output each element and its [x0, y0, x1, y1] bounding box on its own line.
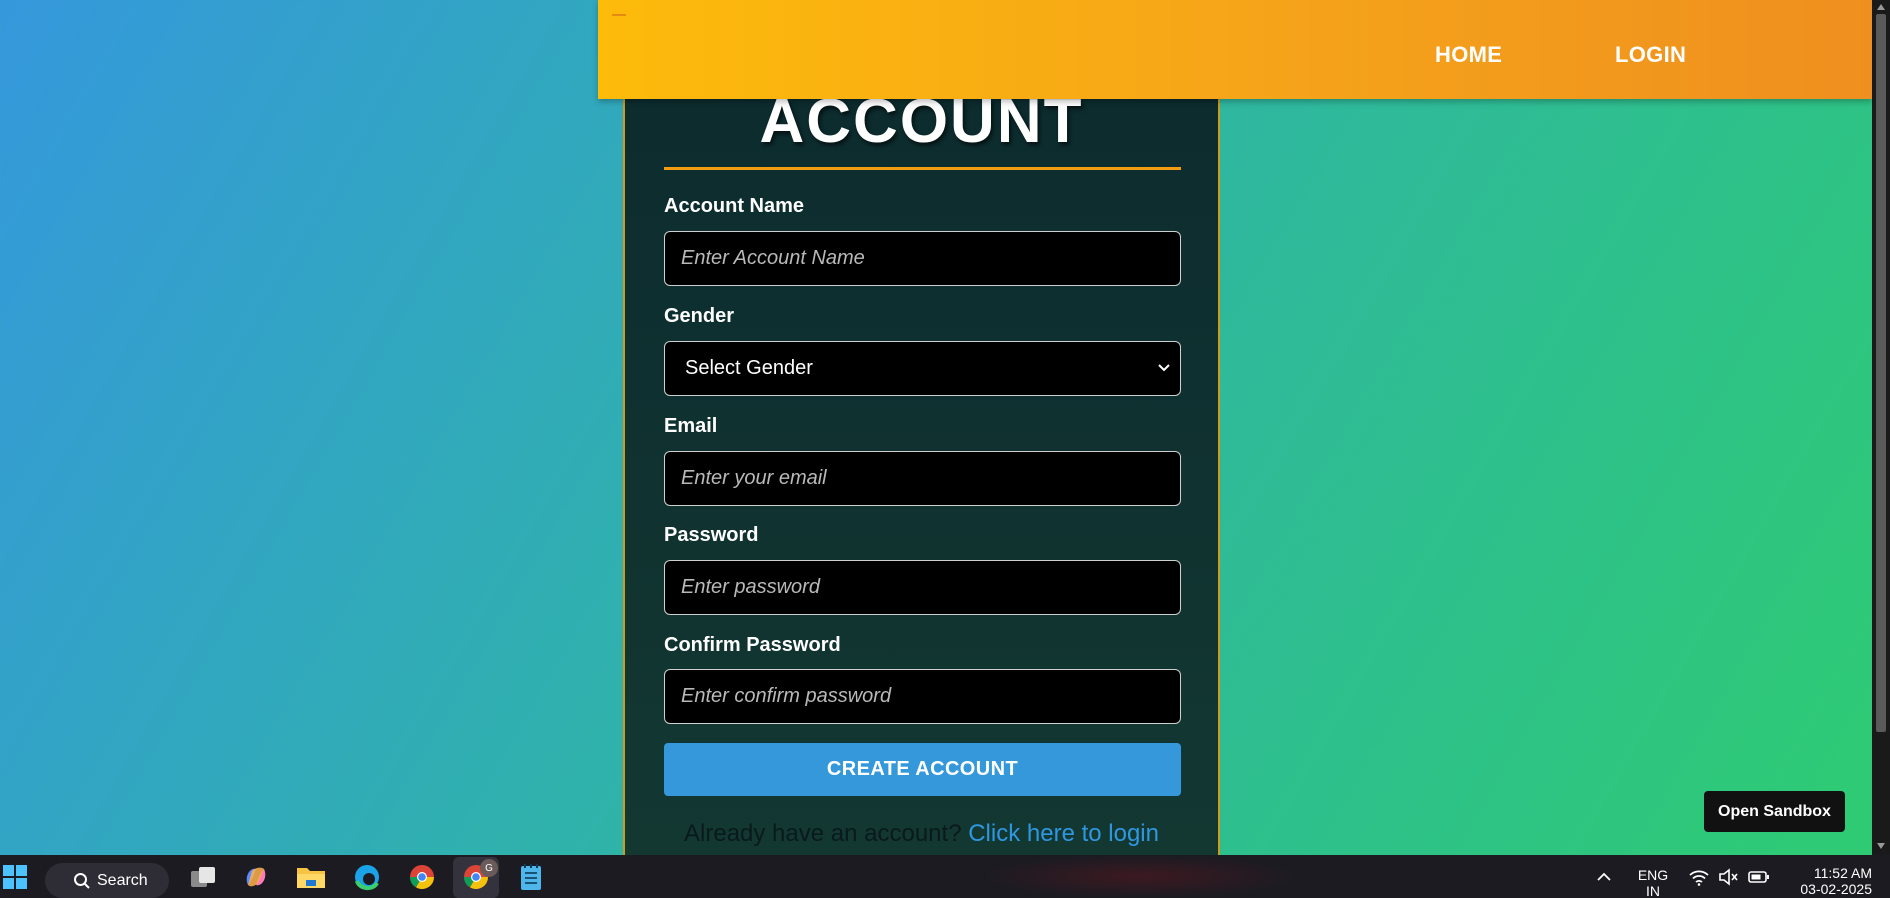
navbar-logo-mark [612, 14, 626, 16]
language-region: IN [1646, 883, 1660, 898]
taskbar-search-label: Search [97, 871, 148, 889]
email-input[interactable] [664, 451, 1181, 506]
page-scrollbar[interactable] [1872, 0, 1890, 855]
login-prompt-text: Already have an account? [684, 820, 962, 847]
chrome-profile-badge: G [480, 859, 498, 877]
create-account-card: ACCOUNT Account Name Gender Select Gende… [623, 60, 1220, 855]
clock-time: 11:52 AM [1813, 865, 1872, 881]
clock-date: 03-02-2025 [1800, 881, 1872, 897]
windows-start-icon[interactable] [0, 855, 30, 898]
open-sandbox-button[interactable]: Open Sandbox [1704, 791, 1845, 832]
nav-home-link[interactable]: HOME [1435, 42, 1502, 68]
chevron-down-icon [1158, 364, 1170, 372]
windows-taskbar: Search G ENG IN 11:52 AM 03-02-2025 [0, 855, 1890, 898]
gender-select-value: Select Gender [685, 357, 813, 379]
chrome-icon[interactable] [404, 855, 440, 898]
nav-login-link[interactable]: LOGIN [1615, 42, 1686, 68]
taskbar-glow [980, 855, 1300, 898]
confirm-password-input[interactable] [664, 669, 1181, 724]
navbar: HOME LOGIN [598, 0, 1872, 99]
login-prompt: Already have an account? Click here to l… [625, 820, 1218, 848]
password-label: Password [664, 524, 759, 546]
account-name-input[interactable] [664, 231, 1181, 286]
file-explorer-icon[interactable] [293, 855, 329, 898]
task-view-icon[interactable] [185, 855, 221, 898]
speaker-muted-icon[interactable] [1716, 855, 1740, 898]
search-icon [74, 873, 90, 889]
scroll-down-arrow-icon[interactable] [1877, 843, 1885, 849]
email-label: Email [664, 415, 718, 437]
language-indicator[interactable]: ENG IN [1636, 867, 1670, 898]
login-link[interactable]: Click here to login [968, 820, 1159, 847]
password-input[interactable] [664, 560, 1181, 615]
create-account-button[interactable]: CREATE ACCOUNT [664, 743, 1181, 796]
chevron-up-icon[interactable] [1592, 855, 1616, 898]
scrollbar-thumb[interactable] [1876, 14, 1886, 732]
account-name-label: Account Name [664, 195, 805, 217]
gender-label: Gender [664, 305, 735, 327]
taskbar-search[interactable]: Search [45, 863, 169, 898]
edge-icon[interactable] [349, 855, 385, 898]
title-divider [664, 167, 1181, 170]
page: ACCOUNT Account Name Gender Select Gende… [0, 0, 1872, 855]
language-code: ENG [1637, 867, 1669, 883]
wifi-icon[interactable] [1686, 855, 1712, 898]
battery-icon[interactable] [1746, 855, 1772, 898]
confirm-password-label: Confirm Password [664, 634, 841, 656]
notepad-icon[interactable] [513, 855, 549, 898]
scroll-up-arrow-icon[interactable] [1877, 4, 1885, 10]
gender-select[interactable]: Select Gender [664, 341, 1181, 396]
clock[interactable]: 11:52 AM 03-02-2025 [1780, 865, 1872, 897]
copilot-icon[interactable] [238, 855, 274, 898]
